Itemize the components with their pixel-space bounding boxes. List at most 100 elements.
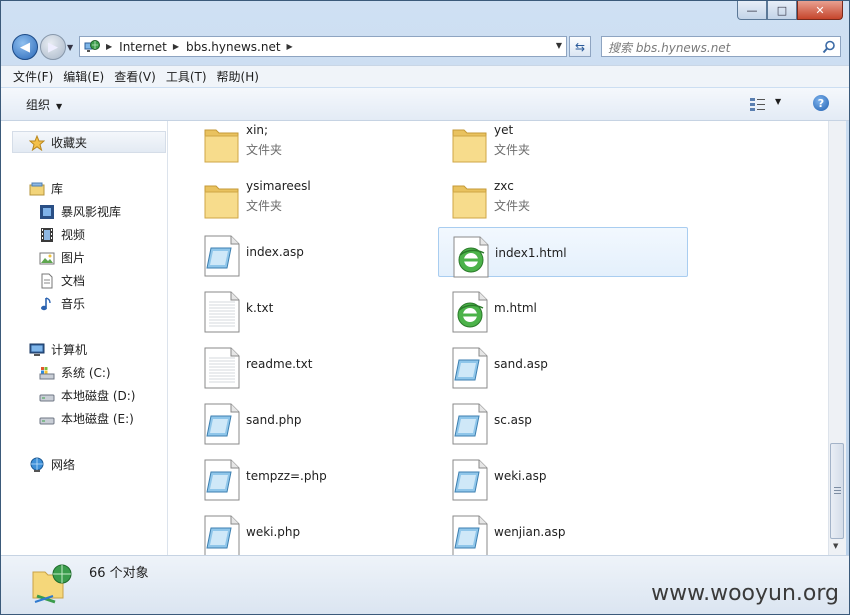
file-item[interactable]: sand.php: [190, 395, 440, 445]
film-icon: [41, 227, 53, 242]
file-item[interactable]: sand.asp: [438, 339, 688, 389]
file-item[interactable]: index1.html: [438, 227, 688, 278]
sidebar-item-label: 网络: [51, 458, 76, 472]
file-item[interactable]: k.txt: [190, 283, 440, 333]
script-file-icon: [450, 458, 490, 505]
system-drive-icon: [39, 366, 55, 379]
sidebar-item-drive-d[interactable]: 本地磁盘 (D:): [39, 387, 135, 404]
file-item[interactable]: tempzz=.php: [190, 451, 440, 501]
chevron-down-icon: ▼: [56, 102, 63, 111]
file-name: readme.txt: [246, 357, 313, 371]
sidebar-item-computer[interactable]: 计算机: [29, 341, 87, 358]
menu-edit[interactable]: 编辑(E): [63, 68, 104, 85]
window-controls: — □ ✕: [737, 1, 843, 20]
script-file-icon: [202, 402, 242, 449]
breadcrumb-internet[interactable]: Internet: [119, 40, 167, 54]
forward-button[interactable]: ▶: [40, 34, 66, 60]
organize-button[interactable]: 组织 ▼: [26, 96, 62, 113]
picture-icon: [39, 252, 55, 264]
file-name: index1.html: [495, 246, 567, 260]
sidebar-item-drive-c[interactable]: 系统 (C:): [39, 364, 111, 381]
file-item[interactable]: wenjian.asp: [438, 507, 688, 555]
vertical-scrollbar[interactable]: ▼: [828, 121, 846, 555]
scroll-down-arrow-icon[interactable]: ▼: [833, 542, 838, 550]
sidebar-item-label: 本地磁盘 (D:): [61, 389, 136, 403]
back-arrow-icon: ◀: [20, 39, 30, 55]
sidebar-item-libraries[interactable]: 库: [29, 180, 63, 197]
sidebar-item-label: 图片: [61, 251, 86, 265]
sidebar-item-music[interactable]: 音乐: [39, 295, 85, 312]
address-bar[interactable]: ▶ Internet ▶ bbs.hynews.net ▶ ▼: [79, 36, 567, 57]
file-item[interactable]: zxc 文件夹: [438, 171, 688, 221]
script-file-icon: [202, 514, 242, 555]
sidebar-item-network[interactable]: 网络: [29, 456, 75, 473]
close-button[interactable]: ✕: [797, 1, 843, 20]
breadcrumb-site[interactable]: bbs.hynews.net: [186, 40, 281, 54]
refresh-button[interactable]: ⇆: [569, 36, 591, 57]
minimize-button[interactable]: —: [737, 1, 767, 20]
file-name: yet: [494, 123, 514, 137]
text-file-icon: [202, 346, 242, 393]
address-dropdown-icon[interactable]: ▼: [556, 41, 562, 50]
text-file-icon: [202, 290, 242, 337]
sidebar-item-favorites[interactable]: 收藏夹: [29, 134, 87, 151]
sidebar-item-videos[interactable]: 视频: [39, 226, 85, 243]
script-file-icon: [450, 514, 490, 555]
sidebar-item-documents[interactable]: 文档: [39, 272, 85, 289]
hard-drive-icon: [39, 394, 55, 401]
sidebar-item-label: 库: [51, 182, 64, 196]
change-view-icon[interactable]: [749, 96, 767, 112]
file-item[interactable]: weki.asp: [438, 451, 688, 501]
view-options-dropdown-icon[interactable]: ▼: [775, 97, 781, 106]
menu-help[interactable]: 帮助(H): [217, 68, 259, 85]
file-list: xin; 文件夹 yet 文件夹 ysimareesl 文件夹 zxc 文件夹 index.as…: [168, 121, 828, 555]
file-item[interactable]: sc.asp: [438, 395, 688, 445]
search-box[interactable]: [601, 36, 841, 57]
file-item[interactable]: readme.txt: [190, 339, 440, 389]
menu-tools[interactable]: 工具(T): [166, 68, 207, 85]
file-name: tempzz=.php: [246, 469, 327, 483]
folder-icon: [450, 122, 490, 169]
computer-icon: [29, 343, 45, 356]
command-bar: 组织 ▼ ▼ ?: [1, 88, 849, 121]
file-name: m.html: [494, 301, 537, 315]
help-button[interactable]: ?: [813, 95, 829, 111]
document-icon: [41, 273, 53, 288]
back-button[interactable]: ◀: [12, 34, 38, 60]
file-item[interactable]: weki.php: [190, 507, 440, 555]
item-count: 66 个对象: [89, 566, 149, 581]
search-input[interactable]: [606, 38, 820, 57]
scrollbar-thumb[interactable]: [830, 443, 844, 539]
sidebar-item-video-library[interactable]: 暴风影视库: [39, 203, 121, 220]
search-icon[interactable]: [822, 40, 836, 54]
script-file-icon: [450, 402, 490, 449]
menu-view[interactable]: 查看(V): [114, 68, 156, 85]
sidebar-item-label: 暴风影视库: [61, 205, 122, 219]
network-folder-icon: [32, 564, 72, 604]
network-icon: [30, 457, 44, 472]
file-name: sand.asp: [494, 357, 548, 371]
file-name: weki.php: [246, 525, 301, 539]
title-bar[interactable]: — □ ✕: [1, 1, 849, 27]
html-file-icon: [450, 290, 490, 337]
file-name: index.asp: [246, 245, 304, 259]
recent-pages-dropdown[interactable]: ▼: [67, 43, 73, 52]
html-file-icon: [451, 235, 491, 282]
menu-bar: 文件(F) 编辑(E) 查看(V) 工具(T) 帮助(H): [1, 65, 849, 87]
details-pane: 66 个对象 www.wooyun.org: [1, 555, 849, 614]
file-item[interactable]: ysimareesl 文件夹: [190, 171, 440, 221]
file-item[interactable]: m.html: [438, 283, 688, 333]
sidebar-item-pictures[interactable]: 图片: [39, 249, 85, 266]
file-item[interactable]: yet 文件夹: [438, 121, 688, 165]
menu-file[interactable]: 文件(F): [13, 68, 53, 85]
folder-icon: [202, 178, 242, 225]
navigation-pane: 收藏夹 库 暴风影视库 视频 图片 文档 音乐 计算机 系统 (C:) 本地磁盘…: [1, 121, 168, 555]
file-name: wenjian.asp: [494, 525, 566, 539]
file-item[interactable]: index.asp: [190, 227, 440, 277]
sidebar-item-label: 视频: [61, 228, 86, 242]
maximize-button[interactable]: □: [767, 1, 797, 20]
script-file-icon: [202, 458, 242, 505]
sidebar-item-drive-e[interactable]: 本地磁盘 (E:): [39, 410, 134, 427]
file-name: k.txt: [246, 301, 274, 315]
file-item[interactable]: xin; 文件夹: [190, 121, 440, 165]
